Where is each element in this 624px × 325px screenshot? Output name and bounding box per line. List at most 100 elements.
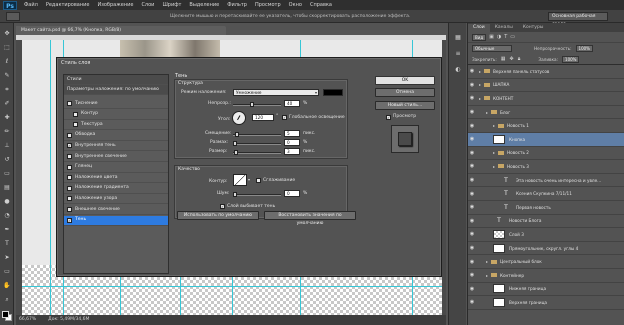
visibility-eye-icon[interactable]: ◉ [468,299,476,305]
filter-image-icon[interactable]: ▣ [489,34,494,40]
visibility-eye-icon[interactable]: ◉ [468,163,476,169]
style-item[interactable]: Наложение цвета [64,173,168,184]
expand-arrow-icon[interactable]: ▸ [493,123,497,128]
expand-arrow-icon[interactable]: ▸ [486,259,490,264]
move-tool-icon[interactable]: ✥ [2,29,12,38]
menu-layers[interactable]: Слои [137,2,158,8]
distance-input[interactable]: 5 [284,130,300,137]
visibility-eye-icon[interactable]: ◉ [468,150,476,156]
lock-pixels-icon[interactable]: ▦ [501,56,506,62]
global-light-checkbox[interactable]: ✓ [282,115,287,120]
layer-row[interactable]: ◉ T Эта новость очень интересна и увле... [468,174,624,188]
hand-tool-icon[interactable]: ✋ [2,281,12,290]
expand-arrow-icon[interactable]: ▸ [479,69,483,74]
style-checkbox[interactable] [67,101,72,106]
style-checkbox[interactable] [67,196,72,202]
gradient-tool-icon[interactable]: ▤ [2,183,12,192]
visibility-eye-icon[interactable]: ◉ [468,82,476,88]
layer-row[interactable]: ◉ ▸ Блог [468,106,624,120]
menu-select[interactable]: Выделение [185,2,223,8]
expand-arrow-icon[interactable]: ▸ [486,110,490,115]
layer-row[interactable]: ◉ ▸ ШАПКА [468,79,624,93]
workspace-select[interactable]: Основная рабочая среда [548,12,608,27]
expand-arrow-icon[interactable]: ▸ [479,96,483,101]
opacity-slider[interactable] [233,102,281,107]
stamp-tool-icon[interactable]: ⊥ [2,141,12,150]
zoom-tool-icon[interactable]: ⌕ [2,295,12,304]
style-checkbox[interactable] [73,122,78,128]
menu-image[interactable]: Изображение [93,2,137,8]
lock-all-icon[interactable]: 🔒︎ [518,56,521,62]
visibility-eye-icon[interactable]: ◉ [468,68,476,74]
layer-row[interactable]: ◉ T Ксения Скупкина 7/11/11 [468,187,624,201]
top-ruler[interactable] [16,35,446,40]
dodge-tool-icon[interactable]: ◔ [2,211,12,220]
filter-shape-icon[interactable]: ▭ [510,34,515,40]
noise-slider-knob[interactable] [233,192,237,197]
new-style-button[interactable]: Новый стиль... [375,101,435,110]
expand-arrow-icon[interactable]: ▸ [493,150,497,155]
style-item[interactable]: Обводка [64,131,168,141]
tab-channels[interactable]: Каналы [490,24,518,32]
visibility-eye-icon[interactable]: ◉ [468,231,476,237]
visibility-eye-icon[interactable]: ◉ [468,95,476,101]
path-select-tool-icon[interactable]: ➤ [2,253,12,262]
blend-mode-dropdown[interactable]: Умножение [233,89,319,96]
tab-paths[interactable]: Контуры [518,24,549,32]
properties-panel-icon[interactable]: ≡ [453,49,463,58]
layer-row[interactable]: ◉ ▸ Новость 1 [468,119,624,133]
layer-row[interactable]: ◉ ▸ Новость 2 [468,147,624,161]
style-item[interactable]: Внутреннее свечение [64,152,168,162]
spread-input[interactable]: 0 [284,139,300,146]
layer-row[interactable]: ◉ Верхняя граница [468,296,624,310]
opacity-slider-knob[interactable] [250,102,254,107]
layer-row[interactable]: ◉ ▸ Новость 3 [468,160,624,174]
filter-adjust-icon[interactable]: ◑ [497,34,501,40]
angle-input[interactable]: 120 [252,114,274,121]
menu-edit[interactable]: Редактирование [42,2,94,8]
lasso-tool-icon[interactable]: ℓ [2,57,12,66]
type-tool-icon[interactable]: T [2,239,12,248]
marquee-tool-icon[interactable]: ⬚ [2,43,12,52]
style-checkbox[interactable] [67,132,72,138]
ok-button[interactable]: OK [375,76,435,85]
crop-tool-icon[interactable]: ⌗ [2,85,12,94]
current-tool-icon[interactable] [6,11,20,21]
angle-dial[interactable] [232,111,246,125]
visibility-eye-icon[interactable]: ◉ [468,136,476,142]
document-tab[interactable]: Макет сайта.psd @ 66,7% (Кнопка, RGB/8) [16,26,226,35]
visibility-eye-icon[interactable]: ◉ [468,177,476,183]
style-checkbox[interactable] [67,175,72,181]
opacity-input[interactable]: 40 [284,100,300,107]
style-item[interactable]: Наложение градиента [64,184,168,194]
menu-view[interactable]: Просмотр [251,2,285,8]
style-checkbox[interactable] [73,111,78,117]
shadow-color-swatch[interactable] [323,89,343,96]
lock-position-icon[interactable]: ✥ [510,56,514,62]
spread-slider[interactable] [233,141,281,146]
zoom-level[interactable]: 66,67% [19,315,36,325]
foreground-color-swatch[interactable] [2,311,9,318]
visibility-eye-icon[interactable]: ◉ [468,191,476,197]
expand-arrow-icon[interactable]: ▸ [493,164,497,169]
knockout-checkbox[interactable]: ✓ [220,204,225,209]
tab-layers[interactable]: Слои [468,24,490,32]
make-default-button[interactable]: Использовать по умолчанию [177,211,259,220]
spread-slider-knob[interactable] [233,141,237,146]
layer-row[interactable]: ◉ Прямоугольник, скругл. углы 4 [468,242,624,256]
preview-checkbox[interactable]: ✓ [386,115,391,120]
menu-type[interactable]: Шрифт [158,2,185,8]
style-checkbox[interactable] [67,164,72,170]
adjustments-panel-icon[interactable]: ◐ [453,65,463,74]
filter-kind-select[interactable]: Вид [472,33,487,41]
history-panel-icon[interactable]: ▦ [453,33,463,42]
style-item[interactable]: Текстура [64,120,168,131]
visibility-eye-icon[interactable]: ◉ [468,218,476,224]
layer-row[interactable]: ◉ T Первая новость [468,201,624,215]
visibility-eye-icon[interactable]: ◉ [468,272,476,278]
layer-row[interactable]: ◉ ▸ Верхняя панель статусов [468,65,624,79]
layer-row[interactable]: ◉ Кнопка [468,132,624,147]
style-item[interactable]: Наложение узора [64,194,168,205]
menu-help[interactable]: Справка [306,2,336,8]
visibility-eye-icon[interactable]: ◉ [468,245,476,251]
